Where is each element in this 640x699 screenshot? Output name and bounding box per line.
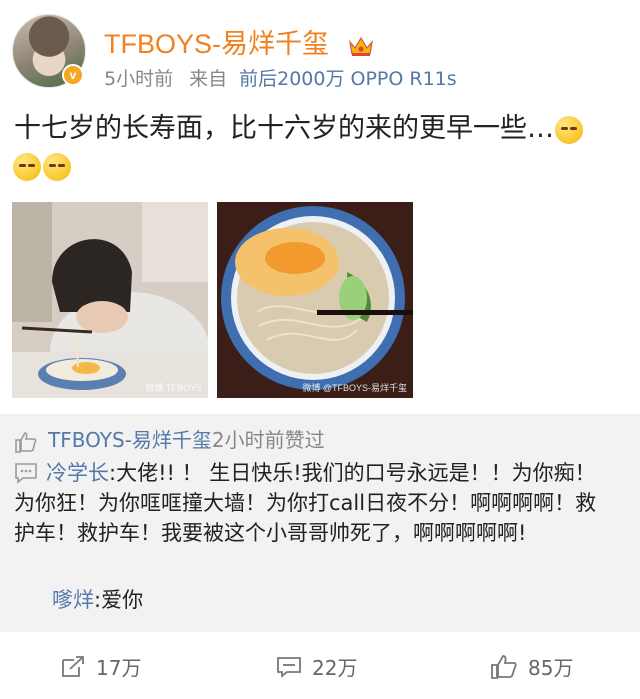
username[interactable]: TFBOYS-易烊千玺: [104, 22, 375, 61]
post-time: 5小时前: [104, 68, 174, 90]
sleepy-emoji-icon: [13, 153, 41, 181]
emoji-row: [12, 153, 72, 181]
post-source[interactable]: 前后2000万 OPPO R11s: [239, 68, 457, 90]
post-photo-2[interactable]: 微博 @TFBOYS-易烊千玺: [217, 202, 413, 398]
verified-icon: v: [62, 64, 84, 86]
repost-count: 17万: [96, 656, 142, 680]
liked-by-line: TFBOYS-易烊千玺2小时前赞过: [14, 424, 325, 453]
like-button[interactable]: 85万: [490, 652, 573, 681]
post-text: 十七岁的长寿面，比十六岁的来的更早一些…: [14, 108, 626, 150]
comment-bubble-icon: [15, 463, 37, 484]
photo-watermark: 微博 @TFBOYS-易烊千玺: [302, 383, 407, 393]
reply-author[interactable]: 嗲烊: [52, 588, 94, 612]
sleepy-emoji-icon: [555, 115, 583, 144]
post-text-content: 十七岁的长寿面，比十六岁的来的更早一些…: [14, 113, 554, 144]
liked-time: 2小时前赞过: [211, 428, 325, 452]
comment-button[interactable]: 22万: [276, 652, 357, 681]
comment-icon: [277, 656, 301, 678]
from-label: 来自: [189, 68, 228, 90]
comment-item: 冷学长:大佬!! ！ 生日快乐!我们的口号永远是！！为你痴！为你狂！为你哐哐撞大…: [14, 458, 614, 548]
repost-button[interactable]: 17万: [60, 652, 141, 681]
action-bar: 17万 22万 85万: [0, 632, 640, 699]
engagement-panel: TFBOYS-易烊千玺2小时前赞过 冷学长:大佬!! ！ 生日快乐!我们的口号永…: [0, 414, 640, 632]
username-text[interactable]: TFBOYS-易烊千玺: [104, 29, 329, 59]
liker-name[interactable]: TFBOYS-易烊千玺: [48, 428, 212, 452]
crown-icon: [348, 36, 373, 56]
like-count: 85万: [528, 656, 574, 680]
repost-icon: [62, 655, 84, 677]
post-meta: 5小时前 来自 前后2000万 OPPO R11s: [104, 64, 457, 91]
comment-count: 22万: [312, 656, 358, 680]
sleepy-emoji-icon: [43, 153, 71, 181]
thumbs-up-icon: [15, 431, 37, 453]
photo-watermark: 微博 TFBOYS: [145, 383, 202, 393]
post-photo-1[interactable]: 微博 TFBOYS: [12, 202, 208, 398]
photo-person-eating: [12, 202, 208, 398]
reply-item: 嗲烊:爱你: [52, 584, 143, 614]
comment-author[interactable]: 冷学长: [46, 461, 109, 485]
reply-text: :爱你: [94, 588, 144, 612]
photo-noodle-bowl: [217, 202, 413, 398]
post-header: v TFBOYS-易烊千玺 5小时前 来自 前后2000万 OPPO R11s: [0, 0, 640, 100]
like-icon: [491, 654, 517, 679]
